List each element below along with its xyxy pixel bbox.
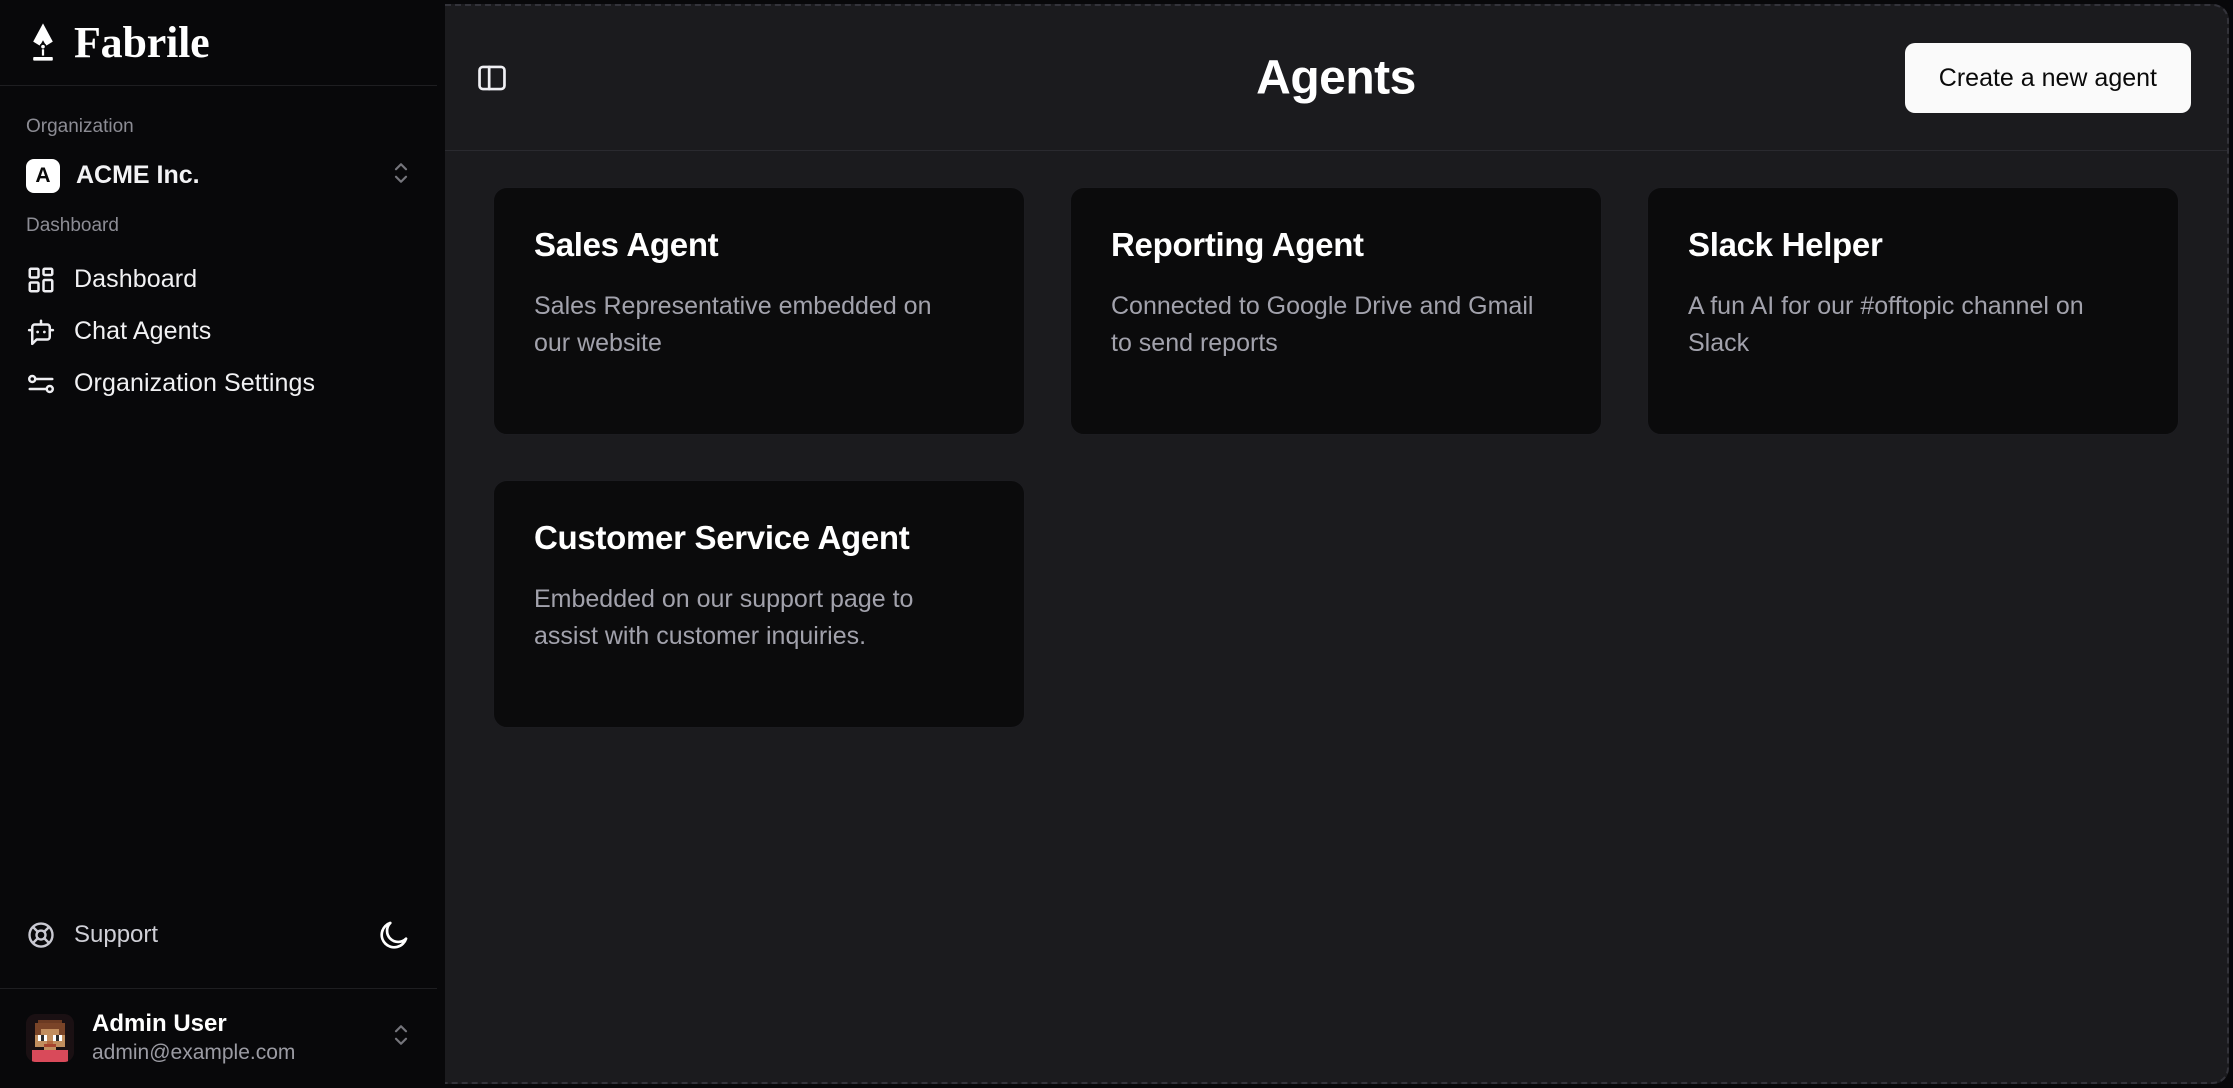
support-label: Support (74, 921, 159, 949)
chevrons-up-down-icon (391, 1021, 411, 1054)
agent-card-title: Reporting Agent (1111, 226, 1364, 263)
sidebar-nav-area: Organization A ACME Inc. Dashboard Dashb… (0, 86, 437, 908)
chevrons-up-down-icon (391, 159, 411, 192)
topbar: Agents Create a new agent (445, 6, 2227, 151)
organization-switcher[interactable]: A ACME Inc. (14, 149, 423, 203)
brand-name: Fabrile (74, 17, 210, 67)
agent-card-title: Slack Helper (1688, 226, 1883, 263)
sidebar-item-label: Organization Settings (74, 369, 316, 398)
agent-card-title: Customer Service Agent (534, 519, 910, 556)
sidebar: Fabrile Organization A ACME Inc. Dashboa… (0, 0, 437, 1088)
agent-card-description: Embedded on our support page to assist w… (534, 584, 914, 650)
organization-section-label: Organization (26, 116, 134, 137)
user-email: admin@example.com (92, 1040, 296, 1064)
sidebar-footer: Support Admin User admin@example.com (0, 908, 437, 1088)
sidebar-item-label: Dashboard (74, 265, 198, 294)
sidebar-item-organization-settings[interactable]: Organization Settings (14, 358, 423, 410)
panel-left-icon[interactable] (475, 61, 509, 95)
layout-dashboard-icon (26, 265, 56, 295)
agent-card-description: A fun AI for our #offtopic channel on Sl… (1688, 291, 2084, 357)
agent-card[interactable]: Reporting Agent Connected to Google Driv… (1070, 187, 1602, 435)
sidebar-nav-list: Dashboard Chat Agents Organization Setti… (0, 254, 437, 410)
agent-card[interactable]: Customer Service Agent Embedded on our s… (493, 480, 1025, 728)
sidebar-item-label: Chat Agents (74, 317, 212, 346)
avatar (26, 1013, 74, 1062)
bot-message-square-icon (26, 317, 56, 347)
brand-header[interactable]: Fabrile (0, 0, 437, 86)
lifebuoy-icon (26, 920, 56, 950)
pen-nib-icon (26, 22, 60, 64)
agent-card-description: Sales Representative embedded on our web… (534, 291, 932, 357)
main-panel: Agents Create a new agent Sales Agent Sa… (445, 4, 2229, 1084)
support-row[interactable]: Support (14, 908, 423, 962)
moon-icon[interactable] (377, 918, 411, 952)
create-agent-button[interactable]: Create a new agent (1904, 43, 2191, 113)
main-wrapper: Agents Create a new agent Sales Agent Sa… (437, 0, 2233, 1088)
agent-card-title: Sales Agent (534, 226, 719, 263)
organization-avatar: A (26, 158, 60, 193)
agent-card[interactable]: Slack Helper A fun AI for our #offtopic … (1647, 187, 2179, 435)
sidebar-item-dashboard[interactable]: Dashboard (14, 254, 423, 306)
agents-grid: Sales Agent Sales Representative embedde… (445, 151, 2227, 1082)
app-root: Fabrile Organization A ACME Inc. Dashboa… (0, 0, 2233, 1088)
sidebar-item-chat-agents[interactable]: Chat Agents (14, 306, 423, 358)
organization-name: ACME Inc. (76, 161, 200, 190)
user-profile-row[interactable]: Admin User admin@example.com (0, 988, 437, 1088)
user-name: Admin User (92, 1010, 227, 1038)
agent-card-description: Connected to Google Drive and Gmail to s… (1111, 291, 1534, 357)
agent-card[interactable]: Sales Agent Sales Representative embedde… (493, 187, 1025, 435)
dashboard-section-label: Dashboard (26, 214, 119, 236)
user-meta: Admin User admin@example.com (92, 1009, 373, 1066)
settings-sliders-icon (26, 369, 56, 399)
